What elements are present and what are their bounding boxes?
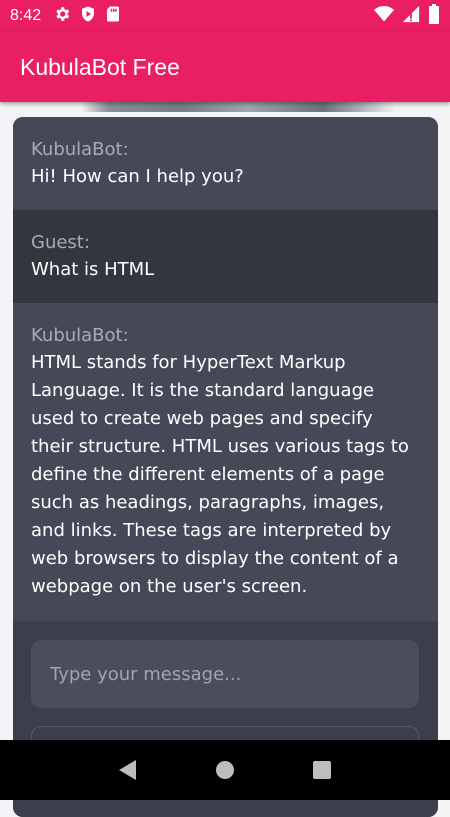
signal-icon bbox=[402, 5, 420, 28]
app-title: KubulaBot Free bbox=[20, 53, 180, 80]
message-text: HTML stands for HyperText Markup Languag… bbox=[31, 352, 409, 597]
status-icons-left bbox=[53, 5, 121, 28]
chat-panel: KubulaBot: Hi! How can I help you? Guest… bbox=[13, 117, 438, 817]
status-icons-right bbox=[374, 3, 440, 29]
status-bar: 8:42 bbox=[0, 0, 450, 32]
recents-icon[interactable] bbox=[307, 755, 337, 785]
background-image-strip bbox=[0, 102, 450, 112]
message-sender: Guest: bbox=[31, 232, 90, 253]
battery-icon bbox=[428, 3, 440, 29]
gear-icon bbox=[53, 5, 71, 28]
message-sender: KubulaBot: bbox=[31, 325, 129, 346]
shield-play-icon bbox=[79, 5, 97, 28]
wifi-icon bbox=[374, 5, 394, 28]
chat-message: Guest: What is HTML bbox=[13, 210, 438, 303]
message-sender: KubulaBot: bbox=[31, 139, 129, 160]
system-nav-bar bbox=[0, 740, 450, 800]
message-text: Hi! How can I help you? bbox=[31, 166, 244, 187]
home-icon[interactable] bbox=[210, 755, 240, 785]
app-bar: KubulaBot Free bbox=[0, 32, 450, 102]
status-time: 8:42 bbox=[10, 7, 42, 24]
message-text: What is HTML bbox=[31, 259, 155, 280]
chat-message: KubulaBot: HTML stands for HyperText Mar… bbox=[13, 303, 438, 621]
chat-message: KubulaBot: Hi! How can I help you? bbox=[13, 117, 438, 210]
sd-card-icon bbox=[105, 5, 121, 28]
back-icon[interactable] bbox=[113, 755, 143, 785]
message-input[interactable] bbox=[31, 640, 419, 708]
